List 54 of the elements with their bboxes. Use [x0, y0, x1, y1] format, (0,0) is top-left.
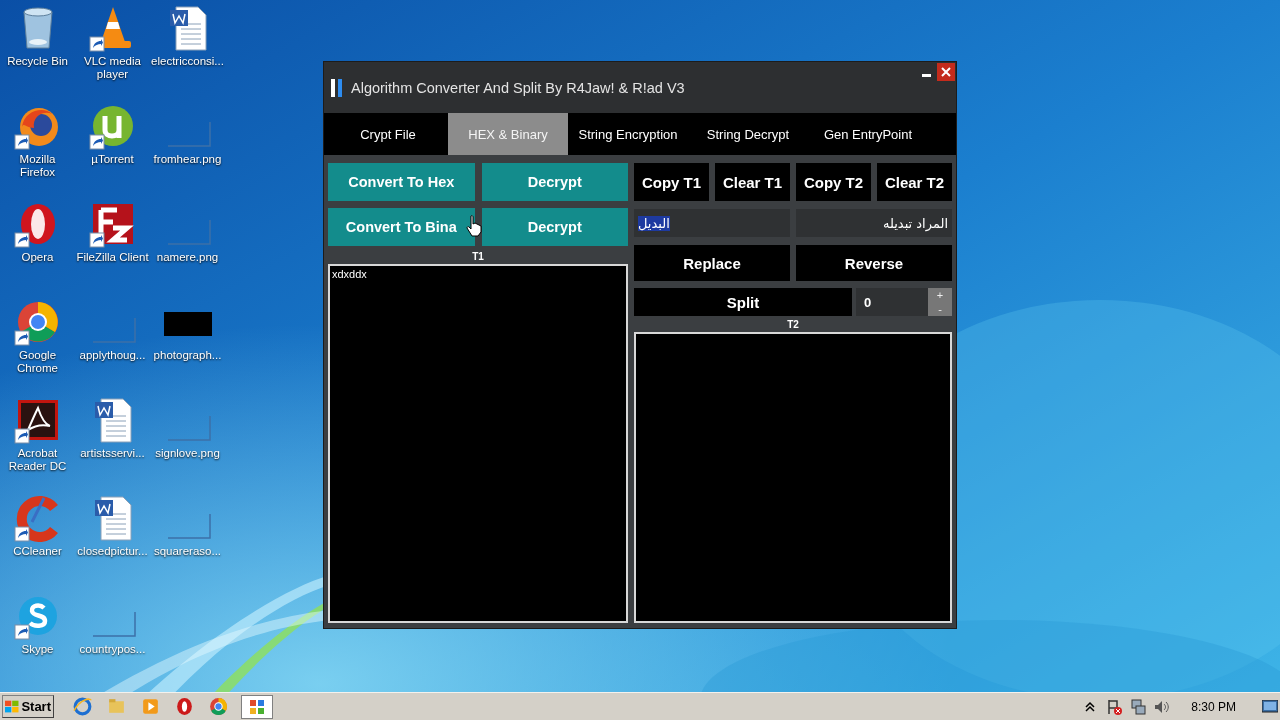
chrome-taskbar-icon[interactable] [208, 696, 229, 717]
tab[interactable]: Crypt File [328, 113, 448, 155]
field-text: البديل [638, 215, 670, 231]
desktop-icon-label[interactable]: electricconsi... [151, 55, 224, 68]
tab[interactable]: String Decrypt [688, 113, 808, 155]
app-taskbar-icon[interactable] [242, 695, 272, 718]
action-button[interactable]: Convert To Hex [328, 163, 475, 201]
desktop-icon-label[interactable]: photograph... [153, 349, 222, 362]
action-button[interactable]: Replace [634, 245, 790, 281]
action-button[interactable]: Copy T2 [796, 163, 871, 201]
start-button[interactable]: Start [2, 695, 54, 718]
desktop-icon-label[interactable]: artistsservi... [80, 447, 145, 460]
network-icon[interactable] [1129, 697, 1148, 716]
action-button[interactable]: Reverse [796, 245, 952, 281]
browser-taskbar-icon[interactable] [72, 696, 93, 717]
desktop-icon-label[interactable]: namere.png [156, 251, 219, 264]
action-button[interactable]: Clear T2 [877, 163, 952, 201]
desktop-icon-label[interactable]: applythoug... [79, 349, 146, 362]
app-logo-icon [331, 78, 343, 97]
window-title: Algorithm Converter And Split By R4Jaw! & R!ad V3 [351, 79, 685, 96]
desktop-icon-label[interactable]: Opera [21, 251, 54, 264]
desktop-icon-label[interactable]: Recycle Bin [7, 55, 68, 68]
action-button[interactable]: Decrypt [481, 163, 628, 201]
text-field[interactable]: البديل [634, 209, 790, 237]
windows-flag-icon [5, 699, 20, 714]
hand-cursor-icon [466, 215, 482, 237]
desktop-icon-label[interactable]: FileZilla Client [76, 251, 149, 264]
desktop-icon-label[interactable]: Acrobat Reader DC [0, 447, 75, 473]
action-button[interactable]: Clear T1 [715, 163, 790, 201]
number-field[interactable]: 0 [856, 288, 928, 316]
flag-warning-icon[interactable] [1105, 697, 1124, 716]
letter-o-taskbar-icon[interactable] [174, 696, 195, 717]
text-field[interactable]: المراد تبديله [796, 209, 952, 237]
clock[interactable]: 8:30 PM [1191, 699, 1236, 714]
text-area[interactable] [634, 332, 952, 623]
action-button[interactable]: Decrypt [481, 208, 628, 246]
desktop-icon-label[interactable]: µTorrent [91, 153, 134, 166]
text-area-label: T1 [472, 250, 484, 264]
text-area-label: T2 [787, 318, 799, 332]
desktop-icon-label[interactable]: signlove.png [155, 447, 220, 460]
text-area[interactable]: xdxddx [328, 264, 628, 623]
desktop-icon-label[interactable]: Mozilla Firefox [0, 153, 75, 179]
desktop-icon-label[interactable]: Google Chrome [0, 349, 75, 375]
spin-button[interactable]: + [928, 288, 952, 302]
show-desktop-icon[interactable] [1262, 699, 1278, 714]
spin-button[interactable]: - [928, 302, 952, 316]
action-button[interactable]: Copy T1 [634, 163, 709, 201]
desktop-icon-label[interactable]: VLC media player [75, 55, 150, 81]
tab[interactable]: Gen EntryPoint [808, 113, 928, 155]
action-button[interactable]: Split [634, 288, 852, 316]
tab[interactable]: String Encryption [568, 113, 688, 155]
desktop-icon-label[interactable]: fromhear.png [153, 153, 222, 166]
field-text: المراد تبديله [882, 215, 948, 231]
action-button[interactable]: Convert To Bina [328, 208, 475, 246]
